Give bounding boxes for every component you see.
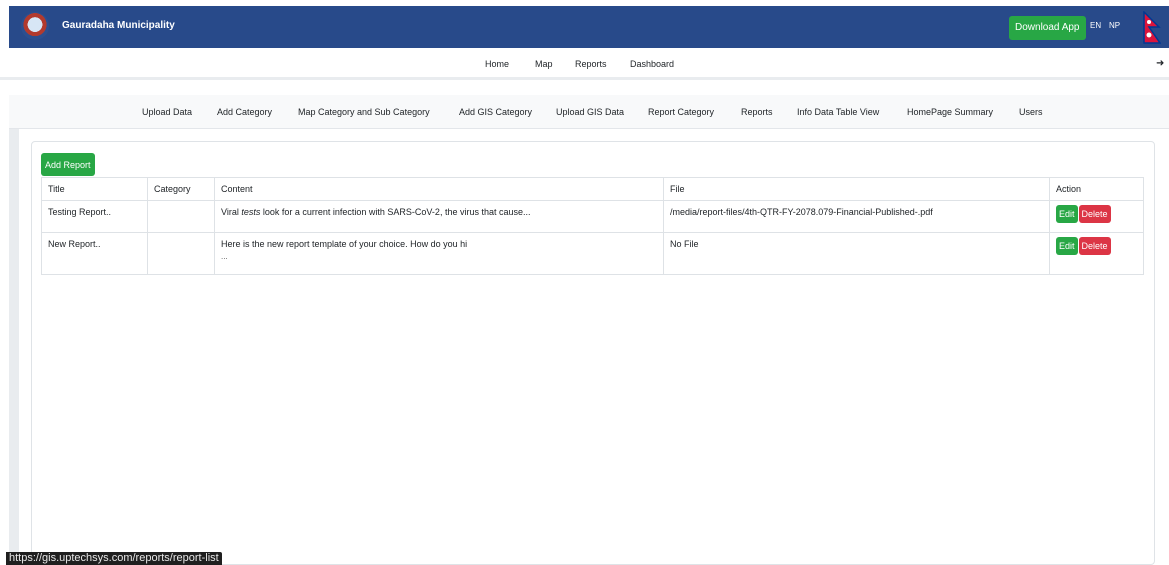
nav-reports[interactable]: Reports — [575, 59, 607, 69]
table-row: Testing Report.. Viral tests look for a … — [41, 200, 1144, 233]
report-actions: Edit Delete — [1049, 200, 1144, 233]
language-en-link[interactable]: EN — [1090, 21, 1101, 30]
status-bar-url: https://gis.uptechsys.com/reports/report… — [6, 552, 222, 565]
admin-nav-report-category[interactable]: Report Category — [648, 107, 714, 117]
nav-dashboard[interactable]: Dashboard — [630, 59, 674, 69]
content-text: Here is the new report template of your … — [221, 239, 468, 249]
report-category — [147, 200, 215, 233]
admin-nav-upload-data[interactable]: Upload Data — [142, 107, 192, 117]
left-gutter — [9, 129, 19, 565]
content-text: Viral — [221, 207, 242, 217]
report-title: Testing Report.. — [41, 200, 148, 233]
download-app-button[interactable]: Download App — [1009, 16, 1086, 40]
report-title: New Report.. — [41, 232, 148, 275]
edit-button[interactable]: Edit — [1056, 205, 1078, 223]
admin-nav-homepage-summary[interactable]: HomePage Summary — [907, 107, 993, 117]
content-emphasis: tests — [241, 207, 261, 217]
admin-nav-users[interactable]: Users — [1019, 107, 1043, 117]
language-np-link[interactable]: NP — [1109, 21, 1120, 30]
report-file: No File — [663, 232, 1050, 275]
report-file: /media/report-files/4th-QTR-FY-2078.079-… — [663, 200, 1050, 233]
logout-icon[interactable]: ➜ — [1156, 58, 1164, 69]
brand-title[interactable]: Gauradaha Municipality — [62, 20, 175, 31]
column-header-content: Content — [214, 177, 664, 201]
column-header-category: Category — [147, 177, 215, 201]
admin-nav-map-category[interactable]: Map Category and Sub Category — [298, 107, 430, 117]
admin-nav-add-gis-category[interactable]: Add GIS Category — [459, 107, 532, 117]
municipality-logo-icon[interactable] — [21, 12, 49, 40]
admin-nav: Upload Data Add Category Map Category an… — [9, 95, 1169, 129]
edit-button[interactable]: Edit — [1056, 237, 1078, 255]
admin-nav-add-category[interactable]: Add Category — [217, 107, 272, 117]
column-header-file: File — [663, 177, 1050, 201]
table-header-row: Title Category Content File Action — [41, 177, 1144, 201]
admin-nav-upload-gis-data[interactable]: Upload GIS Data — [556, 107, 624, 117]
nav-map[interactable]: Map — [535, 59, 553, 69]
report-category — [147, 232, 215, 275]
report-content: Viral tests look for a current infection… — [214, 200, 664, 233]
report-table: Title Category Content File Action Testi… — [41, 177, 1144, 275]
nav-home[interactable]: Home — [485, 59, 509, 69]
top-header: Gauradaha Municipality Download App EN N… — [9, 6, 1169, 48]
content-text-rest: look for a current infection with SARS-C… — [260, 207, 531, 217]
delete-button[interactable]: Delete — [1078, 205, 1111, 223]
column-header-title: Title — [41, 177, 148, 201]
add-report-button[interactable]: Add Report — [41, 153, 95, 176]
report-content: Here is the new report template of your … — [214, 232, 664, 275]
nepal-flag-icon — [1143, 11, 1161, 44]
delete-button[interactable]: Delete — [1078, 237, 1111, 255]
admin-nav-info-data-table[interactable]: Info Data Table View — [797, 107, 879, 117]
content-more: ... — [221, 252, 228, 261]
column-header-action: Action — [1049, 177, 1144, 201]
table-row: New Report.. Here is the new report temp… — [41, 232, 1144, 275]
admin-nav-reports[interactable]: Reports — [741, 107, 773, 117]
main-nav: Home Map Reports Dashboard ➜ — [0, 48, 1169, 80]
report-actions: Edit Delete — [1049, 232, 1144, 275]
